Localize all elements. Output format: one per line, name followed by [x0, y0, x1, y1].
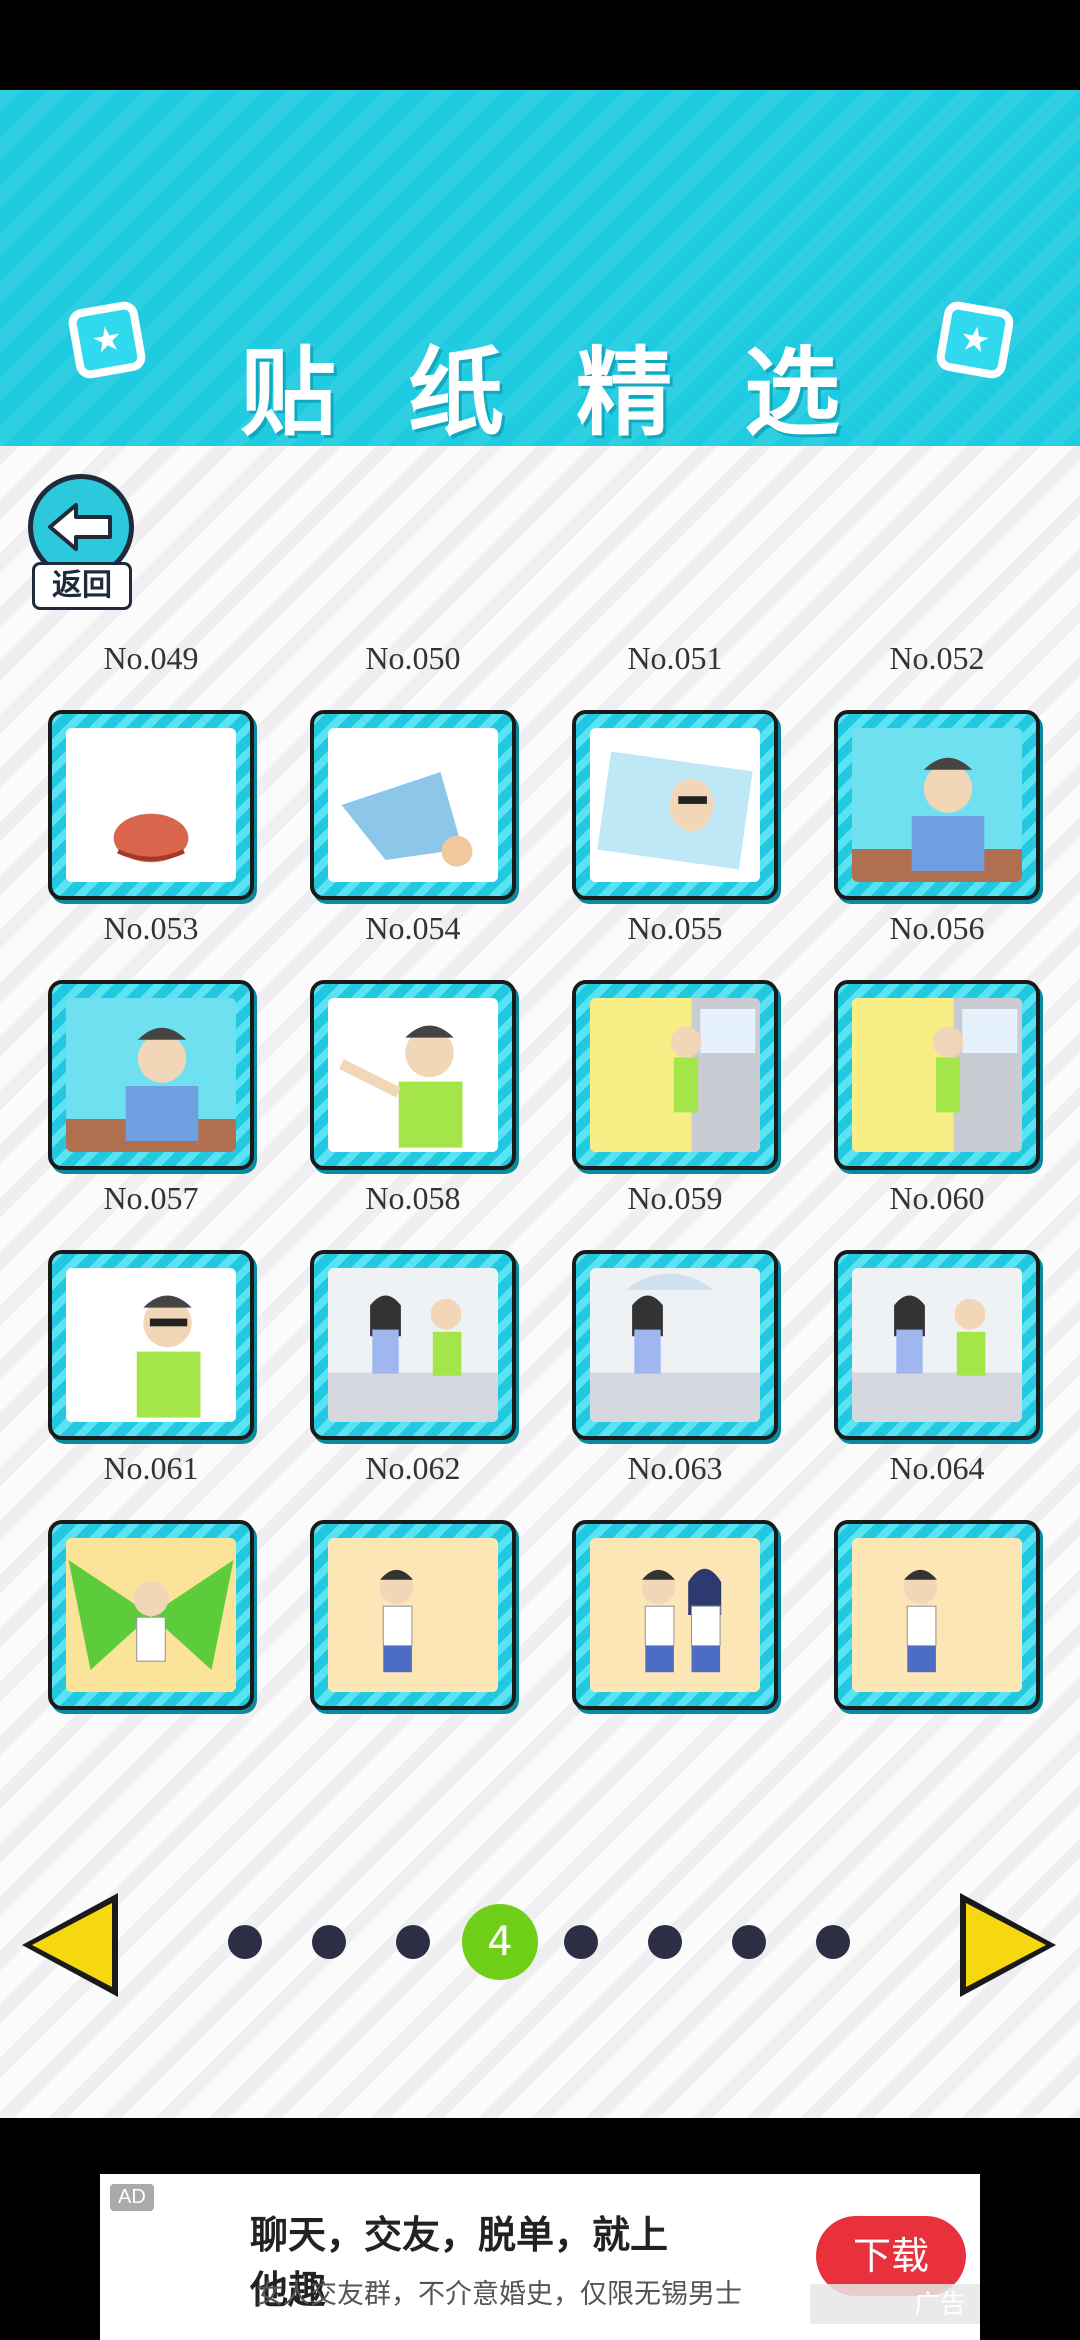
page-dot[interactable]	[816, 1925, 850, 1959]
sticker-image	[66, 998, 236, 1152]
page-dot[interactable]	[648, 1925, 682, 1959]
sticker-frame[interactable]	[572, 710, 778, 900]
sticker-frame[interactable]	[572, 1250, 778, 1440]
sticker-frame[interactable]	[310, 980, 516, 1170]
sticker-number: No.049	[103, 640, 199, 676]
sticker-number: No.063	[627, 1450, 723, 1486]
sticker-item[interactable]: No.061	[46, 1450, 256, 1710]
sticker-number: No.062	[365, 1450, 461, 1486]
sticker-item[interactable]: No.055	[570, 910, 780, 1170]
page-dot[interactable]	[312, 1925, 346, 1959]
sticker-image	[66, 1538, 236, 1692]
sticker-image	[66, 1268, 236, 1422]
sticker-item[interactable]: No.056	[832, 910, 1042, 1170]
page-dot[interactable]	[396, 1925, 430, 1959]
sticker-frame[interactable]	[834, 1520, 1040, 1710]
ad-mark: 广告	[810, 2284, 980, 2324]
sticker-item[interactable]: No.060	[832, 1180, 1042, 1440]
sticker-image	[852, 1538, 1022, 1692]
sticker-frame[interactable]	[834, 1250, 1040, 1440]
sticker-frame[interactable]	[310, 1250, 516, 1440]
sticker-image	[328, 728, 498, 882]
sticker-number: No.064	[889, 1450, 985, 1486]
page-title: 贴纸精选	[240, 337, 912, 449]
sticker-frame[interactable]	[48, 1520, 254, 1710]
sticker-image	[852, 998, 1022, 1152]
next-page-button[interactable]	[960, 1893, 1056, 1997]
sticker-image	[328, 998, 498, 1152]
status-bar	[0, 0, 1080, 90]
page-dot[interactable]	[228, 1925, 262, 1959]
sticker-item[interactable]: No.057	[46, 1180, 256, 1440]
sticker-image	[590, 998, 760, 1152]
header-banner: ★ ★ 贴纸精选	[0, 90, 1080, 449]
sticker-item[interactable]: No.049	[46, 640, 256, 900]
sticker-item[interactable]: No.050	[308, 640, 518, 900]
sticker-image	[852, 728, 1022, 882]
sticker-frame[interactable]	[310, 710, 516, 900]
sticker-number: No.051	[627, 640, 723, 676]
sticker-item[interactable]: No.059	[570, 1180, 780, 1440]
ad-subtitle: 女人交友群，不介意婚史，仅限无锡男士	[256, 2279, 742, 2310]
sticker-number: No.061	[103, 1450, 199, 1486]
page-dot[interactable]	[564, 1925, 598, 1959]
sticker-number: No.057	[103, 1180, 199, 1216]
sticker-item[interactable]: No.064	[832, 1450, 1042, 1710]
sticker-number: No.054	[365, 910, 461, 946]
sticker-item[interactable]: No.054	[308, 910, 518, 1170]
sticker-number: No.059	[627, 1180, 723, 1216]
sticker-item[interactable]: No.053	[46, 910, 256, 1170]
sticker-number: No.053	[103, 910, 199, 946]
sticker-image	[66, 728, 236, 882]
sticker-frame[interactable]	[48, 980, 254, 1170]
sticker-item[interactable]: No.063	[570, 1450, 780, 1710]
page-dot[interactable]	[732, 1925, 766, 1959]
sticker-number: No.052	[889, 640, 985, 676]
sticker-image	[852, 1268, 1022, 1422]
sticker-frame[interactable]	[572, 1520, 778, 1710]
sticker-number: No.050	[365, 640, 461, 676]
sticker-number: No.058	[365, 1180, 461, 1216]
sticker-frame[interactable]	[48, 710, 254, 900]
back-button[interactable]: 返回	[24, 474, 138, 614]
sticker-image	[328, 1268, 498, 1422]
sticker-number: No.060	[889, 1180, 985, 1216]
previous-page-button[interactable]	[22, 1893, 118, 1997]
sticker-frame[interactable]	[834, 980, 1040, 1170]
sticker-image	[590, 1268, 760, 1422]
sticker-image	[590, 728, 760, 882]
sticker-image	[590, 1538, 760, 1692]
page-indicator-active[interactable]: 4	[462, 1904, 538, 1980]
sticker-frame[interactable]	[48, 1250, 254, 1440]
sticker-frame[interactable]	[834, 710, 1040, 900]
back-label: 返回	[32, 562, 132, 610]
sticker-item[interactable]: No.062	[308, 1450, 518, 1710]
sticker-number: No.055	[627, 910, 723, 946]
sticker-number: No.056	[889, 910, 985, 946]
sticker-image	[328, 1538, 498, 1692]
sticker-item[interactable]: No.051	[570, 640, 780, 900]
sticker-item[interactable]: No.052	[832, 640, 1042, 900]
sticker-frame[interactable]	[310, 1520, 516, 1710]
sticker-item[interactable]: No.058	[308, 1180, 518, 1440]
sticker-frame[interactable]	[572, 980, 778, 1170]
